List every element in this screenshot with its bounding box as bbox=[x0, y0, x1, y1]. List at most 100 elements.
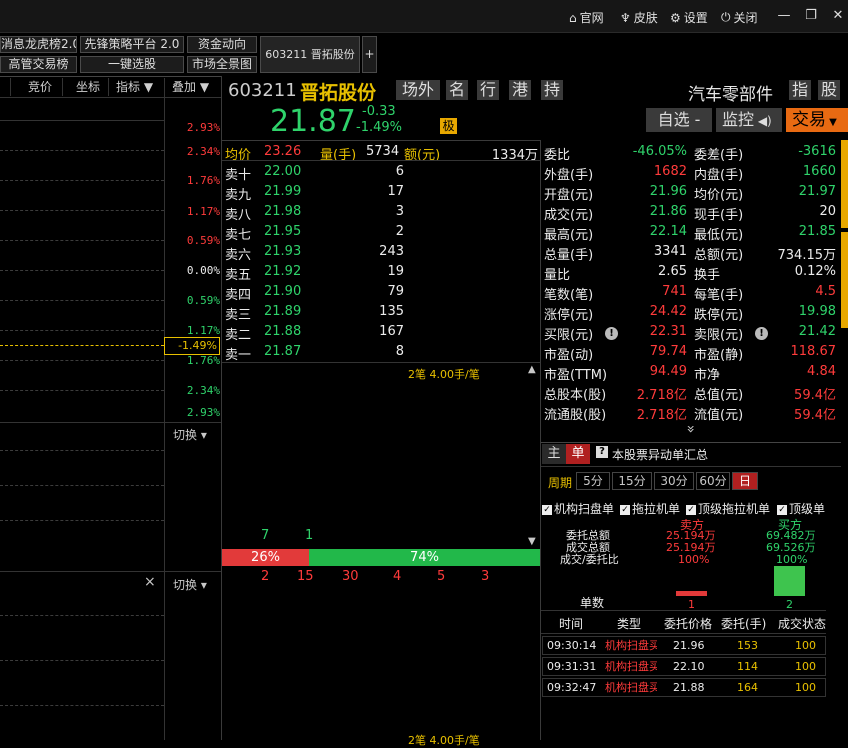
period-5m[interactable]: 5分 bbox=[576, 472, 610, 490]
stat-value: 734.15万 bbox=[777, 248, 837, 263]
period-label: 周期 bbox=[548, 476, 573, 490]
ask-row[interactable]: 卖二 21.88 167 bbox=[222, 324, 540, 344]
stat-label: 总额(元) bbox=[694, 248, 744, 263]
stat-row: 最高(元) 22.14 最低(元) 21.85 bbox=[541, 224, 841, 244]
watchlist-button[interactable]: 自选 - bbox=[646, 108, 712, 132]
ask-volume: 135 bbox=[379, 304, 404, 319]
ask-price: 21.87 bbox=[264, 344, 302, 359]
power-icon: ⏻ bbox=[721, 10, 731, 24]
skin-link[interactable]: ♆ 皮肤 bbox=[620, 9, 658, 26]
stat-label: 流通股(股) bbox=[544, 408, 607, 423]
help-icon[interactable]: ? bbox=[596, 446, 608, 458]
switch-button[interactable]: 切换 ▾ bbox=[173, 426, 207, 443]
ask-price: 21.89 bbox=[264, 304, 302, 319]
ask-row[interactable]: 卖九 21.99 17 bbox=[222, 184, 540, 204]
badge-index[interactable]: 指 bbox=[789, 80, 811, 100]
quick-btn-0[interactable]: 消息龙虎榜2.0 bbox=[0, 36, 77, 53]
stat-value: 20 bbox=[819, 204, 836, 219]
ask-volume: 79 bbox=[387, 284, 404, 299]
expand-icon[interactable]: » bbox=[682, 425, 698, 434]
table-row[interactable]: 09:32:47 机构扫盘买 21.88 164 100 bbox=[542, 678, 826, 697]
shirt-icon: ♆ bbox=[620, 10, 631, 25]
stat-label: 内盘(手) bbox=[694, 168, 744, 183]
badge-stock[interactable]: 股 bbox=[818, 80, 840, 100]
ask-row[interactable]: 卖一 21.87 8 bbox=[222, 344, 540, 364]
tab-single[interactable]: 单 bbox=[566, 444, 590, 464]
close-icon[interactable]: × bbox=[144, 574, 156, 590]
check-inst[interactable]: ✓ 机构扫盘单 bbox=[542, 500, 614, 517]
period-30m[interactable]: 30分 bbox=[654, 472, 694, 490]
settings-link[interactable]: ⚙ 设置 bbox=[670, 9, 708, 26]
badge-holding[interactable]: 持 bbox=[541, 80, 563, 100]
period-day[interactable]: 日 bbox=[732, 472, 758, 490]
ask-label: 卖三 bbox=[225, 308, 252, 323]
row-type: 机构扫盘买 bbox=[605, 660, 657, 673]
ask-row[interactable]: 卖五 21.92 19 bbox=[222, 264, 540, 284]
table-row[interactable]: 09:31:31 机构扫盘买 22.10 114 100 bbox=[542, 657, 826, 676]
ask-price: 21.93 bbox=[264, 244, 302, 259]
badge-hk[interactable]: 港 bbox=[509, 80, 531, 100]
close-window-button[interactable]: ✕ bbox=[824, 5, 848, 27]
check-tractor[interactable]: ✓ 拖拉机单 bbox=[620, 500, 680, 517]
stat-row: 开盘(元) 21.96 均价(元) 21.97 bbox=[541, 184, 841, 204]
checkbox-icon: ✓ bbox=[620, 504, 630, 515]
stat-value: 2.718亿 bbox=[636, 388, 687, 403]
top-bar: ⌂ 官网 ♆ 皮肤 ⚙ 设置 ⏻ 关闭 — ❐ ✕ bbox=[0, 0, 848, 33]
stat-value: 1682 bbox=[653, 164, 687, 179]
badge-rank[interactable]: 名 bbox=[446, 80, 468, 100]
current-pct-marker: -1.49% bbox=[164, 337, 220, 355]
ask-row[interactable]: 卖十 22.00 6 bbox=[222, 164, 540, 184]
tab-main[interactable]: 主 bbox=[542, 444, 566, 464]
side-strip-bottom[interactable] bbox=[841, 232, 848, 328]
stock-code: 603211 bbox=[228, 80, 297, 101]
quick-btn-3[interactable]: 高管交易榜 bbox=[0, 56, 77, 73]
stat-row: 总股本(股) 2.718亿 总值(元) 59.4亿 bbox=[541, 384, 841, 404]
minimize-button[interactable]: — bbox=[770, 5, 798, 27]
ask-row[interactable]: 卖六 21.93 243 bbox=[222, 244, 540, 264]
stat-value: 21.85 bbox=[798, 224, 836, 239]
add-tab-button[interactable]: + bbox=[362, 36, 377, 73]
ask-row[interactable]: 卖四 21.90 79 bbox=[222, 284, 540, 304]
stat-label: 最高(元) bbox=[544, 228, 594, 243]
quick-btn-5[interactable]: 市场全景图 bbox=[187, 56, 257, 73]
row-qty: 114 bbox=[737, 660, 758, 673]
sell-count-bar bbox=[676, 591, 707, 596]
header-overlay[interactable]: 叠加 ▼ bbox=[172, 78, 209, 96]
official-site-link[interactable]: ⌂ 官网 bbox=[569, 9, 604, 26]
restore-button[interactable]: ❐ bbox=[797, 5, 825, 27]
industry-label[interactable]: 汽车零部件 bbox=[688, 80, 773, 105]
period-60m[interactable]: 60分 bbox=[696, 472, 730, 490]
switch-button[interactable]: 切换 ▾ bbox=[173, 576, 207, 593]
scroll-up-icon[interactable]: ▲ bbox=[528, 364, 536, 375]
bottom-num: 30 bbox=[342, 569, 359, 584]
ask-row[interactable]: 卖七 21.95 2 bbox=[222, 224, 540, 244]
monitor-button[interactable]: 监控 ◀) bbox=[716, 108, 782, 132]
row-time: 09:32:47 bbox=[547, 681, 597, 694]
stat-label: 市盈(静) bbox=[694, 348, 744, 363]
header-coordinate[interactable]: 坐标 bbox=[76, 78, 100, 96]
badge-industry[interactable]: 行 bbox=[477, 80, 499, 100]
table-row[interactable]: 09:30:14 机构扫盘买 21.96 153 100 bbox=[542, 636, 826, 655]
stat-value: 22.31 bbox=[649, 324, 687, 339]
stock-tab[interactable]: 603211 晋拓股份 bbox=[260, 36, 360, 73]
ask-row[interactable]: 卖三 21.89 135 bbox=[222, 304, 540, 324]
ask-volume: 17 bbox=[387, 184, 404, 199]
stat-label: 成交(元) bbox=[544, 208, 594, 223]
trade-button[interactable]: 交易 ▼ bbox=[786, 108, 848, 132]
header-indicator[interactable]: 指标 ▼ bbox=[116, 78, 153, 96]
check-top-tractor[interactable]: ✓ 顶级拖拉机单 bbox=[686, 500, 770, 517]
header-auction[interactable]: 竞价 bbox=[28, 78, 52, 96]
ask-row[interactable]: 卖八 21.98 3 bbox=[222, 204, 540, 224]
check-top[interactable]: ✓ 顶级单 bbox=[777, 500, 825, 517]
close-link[interactable]: ⏻ 关闭 bbox=[721, 9, 758, 26]
badge-otc[interactable]: 场外 bbox=[396, 80, 440, 100]
sell-ratio-bar: 26% bbox=[222, 549, 309, 566]
quick-btn-2[interactable]: 资金动向 bbox=[187, 36, 257, 53]
quick-btn-1[interactable]: 先锋策略平台 2.0 bbox=[80, 36, 184, 53]
stat-label: 买限(元) bbox=[544, 328, 594, 343]
quick-btn-4[interactable]: 一键选股 bbox=[80, 56, 184, 73]
side-strip-top[interactable] bbox=[841, 140, 848, 228]
scroll-down-icon[interactable]: ▼ bbox=[528, 536, 536, 547]
period-15m[interactable]: 15分 bbox=[612, 472, 652, 490]
stat-value: 2.65 bbox=[658, 264, 687, 279]
